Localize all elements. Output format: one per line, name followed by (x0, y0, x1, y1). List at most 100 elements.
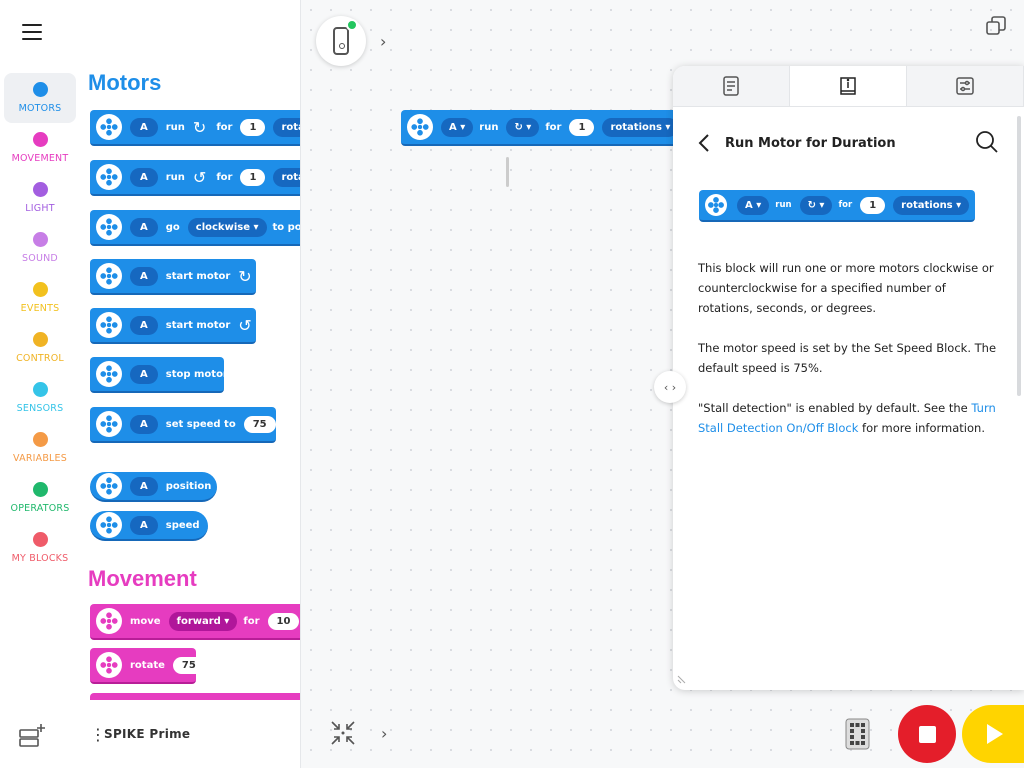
start-motor-clockwise-block[interactable]: A start motor ↻ (90, 259, 256, 295)
toggle-panel-button[interactable]: ‹ › (654, 371, 686, 403)
block-text: for (243, 615, 260, 627)
resize-handle-icon[interactable] (677, 672, 689, 684)
unit-dropdown[interactable]: rotati (273, 117, 300, 137)
category-variables[interactable]: VARIABLES (4, 423, 76, 473)
stop-motor-block[interactable]: A stop motor (90, 357, 228, 393)
port-selector[interactable]: A (130, 167, 158, 187)
collapse-view-icon[interactable] (330, 720, 356, 746)
tab-notes[interactable] (673, 66, 790, 106)
play-icon (987, 724, 1003, 744)
motor-icon (96, 114, 122, 140)
tab-help[interactable] (790, 66, 907, 106)
rotate-block[interactable]: rotate 75 ° (90, 648, 218, 684)
move-block-partial[interactable] (90, 693, 300, 700)
value-input[interactable]: 75 (172, 656, 205, 674)
hub-light-matrix-icon[interactable] (845, 718, 870, 750)
category-light[interactable]: LIGHT (4, 173, 76, 223)
go-to-position-block[interactable]: A go clockwise ▾ to posit (90, 210, 300, 246)
unit-dropdown[interactable]: rotati (273, 167, 300, 187)
value-input[interactable]: 10 (267, 612, 300, 630)
unit-dropdown[interactable]: rotations ▾ (602, 117, 679, 137)
category-label: MOTORS (18, 103, 62, 114)
value-input[interactable]: 1 (240, 168, 266, 186)
hub-connection-button[interactable] (316, 16, 366, 66)
value-input: 1 (860, 196, 886, 214)
hub-icon (333, 27, 349, 55)
direction-dropdown[interactable]: ↻ ▾ (506, 117, 540, 137)
block-text: run (165, 171, 185, 183)
clockwise-arrow-icon[interactable]: ↻ (193, 118, 206, 137)
port-selector[interactable]: A (130, 414, 158, 434)
chevron-right-icon[interactable]: › (381, 724, 387, 743)
port-dropdown[interactable]: A ▾ (441, 117, 474, 137)
category-dot-icon (32, 332, 48, 347)
help-paragraph: "Stall detection" is enabled by default.… (698, 401, 996, 435)
direction-dropdown[interactable]: clockwise ▾ (187, 217, 267, 237)
motor-icon (96, 214, 122, 240)
movement-section-title: Movement (88, 566, 197, 591)
motor-icon (96, 164, 122, 190)
category-dot-icon (32, 482, 48, 497)
motor-icon (96, 608, 122, 634)
run-motor-counterclockwise-block[interactable]: A run ↺ for 1 rotati (90, 160, 300, 196)
category-operators[interactable]: OPERATORS (4, 473, 76, 523)
port-selector[interactable]: A (130, 476, 158, 496)
value-input[interactable]: 1 (569, 118, 595, 136)
panel-header: Run Motor for Duration (673, 128, 1024, 158)
block-text: start motor (165, 270, 231, 282)
motor-icon (96, 263, 122, 289)
block-text: move (130, 615, 161, 627)
motor-position-reporter[interactable]: A position (90, 472, 217, 502)
category-label: MOVEMENT (11, 153, 69, 164)
port-selector[interactable]: A (130, 364, 158, 384)
counterclockwise-arrow-icon[interactable]: ↺ (238, 316, 251, 335)
clockwise-arrow-icon[interactable]: ↻ (238, 267, 251, 286)
category-label: CONTROL (16, 353, 64, 364)
block-text: set speed to (165, 418, 236, 430)
category-sensors[interactable]: SENSORS (4, 373, 76, 423)
canvas-run-motor-block[interactable]: A ▾ run ↻ ▾ for 1 rotations ▾ (401, 110, 691, 146)
panel-scrollbar[interactable] (1017, 116, 1021, 396)
category-dot-icon (32, 432, 48, 447)
value-input[interactable]: 75 (243, 415, 276, 433)
port-selector[interactable]: A (130, 117, 158, 137)
help-description: This block will run one or more motors c… (698, 258, 1003, 458)
motor-speed-reporter[interactable]: A speed (90, 511, 208, 541)
category-my-blocks[interactable]: MY BLOCKS (4, 523, 76, 573)
port-selector[interactable]: A (130, 515, 158, 535)
port-selector[interactable]: A (130, 217, 158, 237)
block-text: start motor (165, 319, 231, 331)
motor-icon (96, 312, 122, 338)
extensions-icon[interactable] (18, 722, 46, 748)
duplicate-window-icon[interactable] (986, 16, 1006, 36)
back-arrow-icon[interactable] (697, 133, 711, 153)
category-control[interactable]: CONTROL (4, 323, 76, 373)
more-options-icon[interactable]: ⋮ (90, 725, 106, 744)
port-selector[interactable]: A (130, 266, 158, 286)
block-text: % (283, 418, 294, 430)
play-button[interactable] (962, 705, 1024, 763)
motors-section-title: Motors (88, 70, 162, 95)
menu-icon[interactable] (22, 24, 42, 40)
stop-button[interactable] (898, 705, 956, 763)
tab-settings[interactable] (907, 66, 1024, 106)
category-sound[interactable]: SOUND (4, 223, 76, 273)
category-motors[interactable]: MOTORS (4, 73, 76, 123)
direction-dropdown[interactable]: forward ▾ (168, 611, 238, 631)
counterclockwise-arrow-icon[interactable]: ↺ (193, 168, 206, 187)
block-palette[interactable]: Motors A run ↻ for 1 rotati A run ↺ for … (80, 0, 300, 700)
category-dot-icon (32, 282, 48, 297)
category-movement[interactable]: MOVEMENT (4, 123, 76, 173)
chevron-right-icon[interactable]: › (380, 32, 386, 51)
category-dot-icon (32, 532, 48, 547)
unit-dropdown: rotations ▾ (893, 195, 970, 215)
search-icon[interactable] (975, 130, 999, 154)
value-input[interactable]: 1 (240, 118, 266, 136)
port-selector[interactable]: A (130, 315, 158, 335)
start-motor-counterclockwise-block[interactable]: A start motor ↺ (90, 308, 256, 344)
run-motor-clockwise-block[interactable]: A run ↻ for 1 rotati (90, 110, 300, 146)
set-speed-block[interactable]: A set speed to 75 % (90, 407, 294, 443)
project-name[interactable]: SPIKE Prime (104, 727, 190, 741)
category-events[interactable]: EVENTS (4, 273, 76, 323)
move-block[interactable]: move forward ▾ for 10 cm ▾ (90, 604, 300, 640)
